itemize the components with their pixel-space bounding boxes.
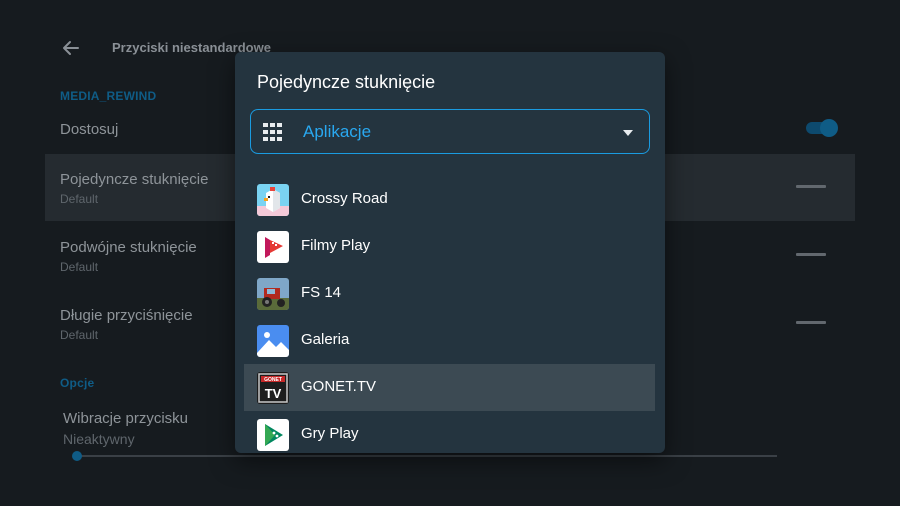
play-movies-icon bbox=[257, 231, 289, 263]
svg-text:GONET: GONET bbox=[264, 377, 282, 383]
back-arrow-icon[interactable] bbox=[60, 37, 82, 59]
app-name: Crossy Road bbox=[301, 190, 388, 207]
gonet-tv-icon: GONET TV bbox=[257, 372, 289, 404]
app-list-item[interactable]: Filmy Play bbox=[244, 223, 655, 270]
section-header-button: MEDIA_REWIND bbox=[60, 89, 157, 103]
app-list-item[interactable]: Galeria bbox=[244, 317, 655, 364]
app-name: Gry Play bbox=[301, 425, 359, 442]
apps-grid-icon bbox=[263, 123, 282, 141]
vibration-slider-thumb[interactable] bbox=[72, 451, 82, 461]
double-tap-dash bbox=[796, 253, 826, 256]
fs14-icon bbox=[257, 278, 289, 310]
vibration-subtitle: Nieaktywny bbox=[63, 431, 135, 447]
crossy-road-icon bbox=[257, 184, 289, 216]
dropdown-selected-label: Aplikacje bbox=[303, 122, 372, 141]
svg-text:TV: TV bbox=[265, 386, 282, 401]
vibration-slider[interactable] bbox=[77, 455, 777, 457]
customize-toggle-thumb[interactable] bbox=[820, 119, 838, 137]
dialog-title: Pojedyncze stuknięcie bbox=[257, 72, 436, 92]
action-type-dropdown[interactable]: Aplikacje bbox=[250, 109, 650, 154]
app-name: FS 14 bbox=[301, 284, 342, 301]
long-press-subtitle: Default bbox=[60, 328, 99, 342]
double-tap-title[interactable]: Podwójne stuknięcie bbox=[60, 239, 197, 256]
single-tap-title[interactable]: Pojedyncze stuknięcie bbox=[60, 171, 208, 188]
section-header-options: Opcje bbox=[60, 376, 95, 390]
app-name: Filmy Play bbox=[301, 237, 371, 254]
app-name: GONET.TV bbox=[301, 378, 377, 395]
app-name: Galeria bbox=[301, 331, 350, 348]
double-tap-subtitle: Default bbox=[60, 260, 99, 274]
app-list-item[interactable]: Gry Play bbox=[244, 411, 655, 453]
long-press-dash bbox=[796, 321, 826, 324]
customize-label[interactable]: Dostosuj bbox=[60, 121, 118, 138]
long-press-title[interactable]: Długie przyciśnięcie bbox=[60, 307, 193, 324]
vibration-title[interactable]: Wibracje przycisku bbox=[63, 410, 188, 427]
single-tap-subtitle: Default bbox=[60, 192, 99, 206]
tap-action-dialog: Pojedyncze stuknięcie Aplikacje Crossy R… bbox=[235, 52, 665, 453]
app-list-item-selected[interactable]: GONET TV GONET.TV bbox=[244, 364, 655, 411]
single-tap-dash bbox=[796, 185, 826, 188]
gallery-icon bbox=[257, 325, 289, 357]
caret-down-icon bbox=[623, 130, 633, 136]
app-list-item[interactable]: FS 14 bbox=[244, 270, 655, 317]
play-games-icon bbox=[257, 419, 289, 451]
app-list-item[interactable]: Crossy Road bbox=[244, 176, 655, 223]
